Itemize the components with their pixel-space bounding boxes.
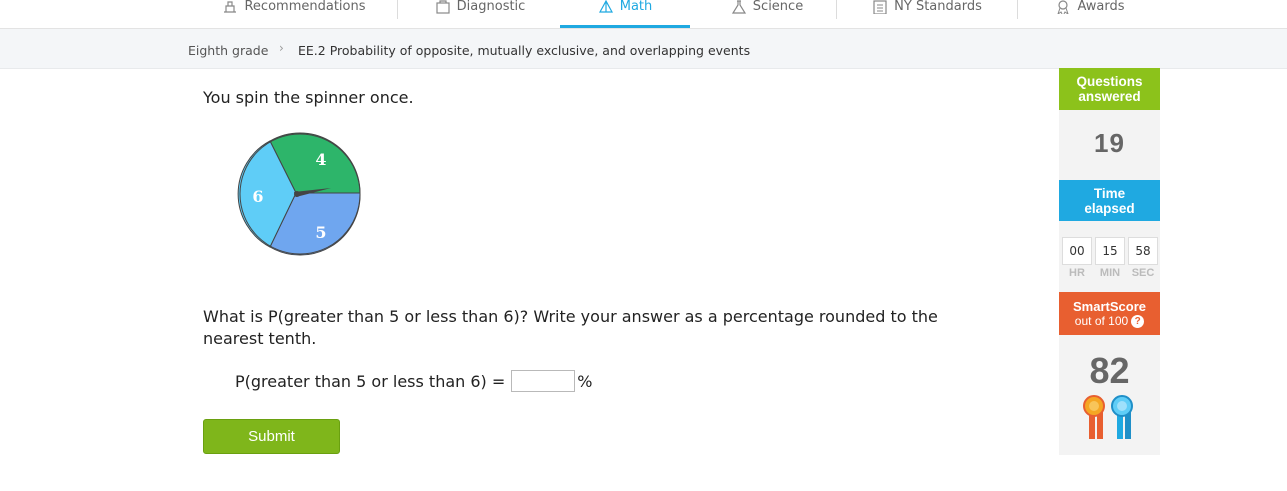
tab-label: Recommendations [244, 0, 366, 14]
chevron-right-icon: › [279, 41, 284, 55]
spinner-diagram: 4 5 6 [237, 132, 361, 256]
smartscore-value: 82 [1089, 350, 1130, 391]
questions-answered-header: Questions answered [1059, 68, 1160, 110]
spinner-label-4: 4 [315, 150, 326, 169]
smartscore-sub: out of 100 ? [1059, 314, 1160, 329]
recommendations-icon [224, 1, 237, 13]
questions-answered-line2: answered [1078, 89, 1141, 104]
answer-input[interactable] [511, 370, 576, 392]
tab-label: Science [752, 0, 804, 14]
tab-recommendations[interactable]: Recommendations [212, 0, 376, 27]
timer-labels: HR MIN SEC [1062, 267, 1158, 279]
answer-label: P(greater than 5 or less than 6) = [235, 371, 506, 391]
tab-ny-standards[interactable]: NY Standards [856, 0, 998, 27]
spinner-label-5: 5 [315, 223, 326, 242]
nav-divider [836, 0, 837, 19]
submit-button[interactable]: Submit [203, 419, 340, 454]
tab-math[interactable]: Math [560, 0, 690, 28]
tab-label: Math [619, 0, 653, 14]
help-icon[interactable]: ? [1131, 314, 1145, 328]
smartscore-subtitle: out of 100 [1074, 313, 1129, 328]
question-prompt: What is P(greater than 5 or less than 6)… [203, 307, 938, 348]
answer-row: P(greater than 5 or less than 6) = % [235, 370, 592, 392]
tab-awards[interactable]: Awards [1040, 0, 1140, 27]
math-icon [598, 0, 613, 13]
questions-answered-line1: Questions [1076, 74, 1143, 89]
timer-label-min: MIN [1099, 267, 1121, 279]
tab-label: NY Standards [894, 0, 982, 14]
question-intro: You spin the spinner once. [203, 88, 414, 107]
blue-medal-icon [1111, 395, 1133, 439]
top-nav: Recommendations Diagnostic Math Science … [0, 0, 1287, 29]
nav-divider [397, 0, 398, 19]
questions-answered-value: 19 [1094, 128, 1125, 158]
stats-panel: Questions answered 19 Time elapsed 00 15… [1059, 68, 1160, 455]
timer-label-sec: SEC [1131, 267, 1155, 279]
medals [1083, 395, 1133, 439]
timer-label-hr: HR [1069, 267, 1085, 279]
timer: 00 15 58 [1062, 237, 1158, 265]
tab-label: Diagnostic [456, 0, 526, 14]
timer-seconds: 58 [1128, 237, 1158, 265]
breadcrumb: Eighth grade › EE.2 Probability of oppos… [0, 29, 1287, 69]
timer-minutes: 15 [1095, 237, 1125, 265]
spinner-label-6: 6 [252, 187, 263, 206]
science-icon [731, 0, 746, 14]
tab-label: Awards [1077, 0, 1125, 14]
time-elapsed-header: Time elapsed [1059, 180, 1160, 221]
breadcrumb-skill: EE.2 Probability of opposite, mutually e… [298, 43, 751, 58]
diagnostic-icon [436, 0, 450, 14]
awards-icon [1057, 0, 1069, 14]
time-elapsed-line2: elapsed [1084, 200, 1135, 216]
breadcrumb-grade[interactable]: Eighth grade [188, 43, 268, 58]
tab-diagnostic[interactable]: Diagnostic [420, 0, 540, 27]
time-elapsed-line1: Time [1093, 185, 1126, 201]
orange-medal-icon [1083, 395, 1105, 439]
smartscore-title: SmartScore [1073, 298, 1146, 314]
answer-suffix: % [577, 371, 593, 391]
nav-divider [1017, 0, 1018, 19]
tab-science[interactable]: Science [712, 0, 822, 27]
timer-hours: 00 [1062, 237, 1092, 265]
smartscore-header: SmartScore out of 100 ? [1059, 292, 1160, 335]
standards-icon [873, 0, 887, 14]
